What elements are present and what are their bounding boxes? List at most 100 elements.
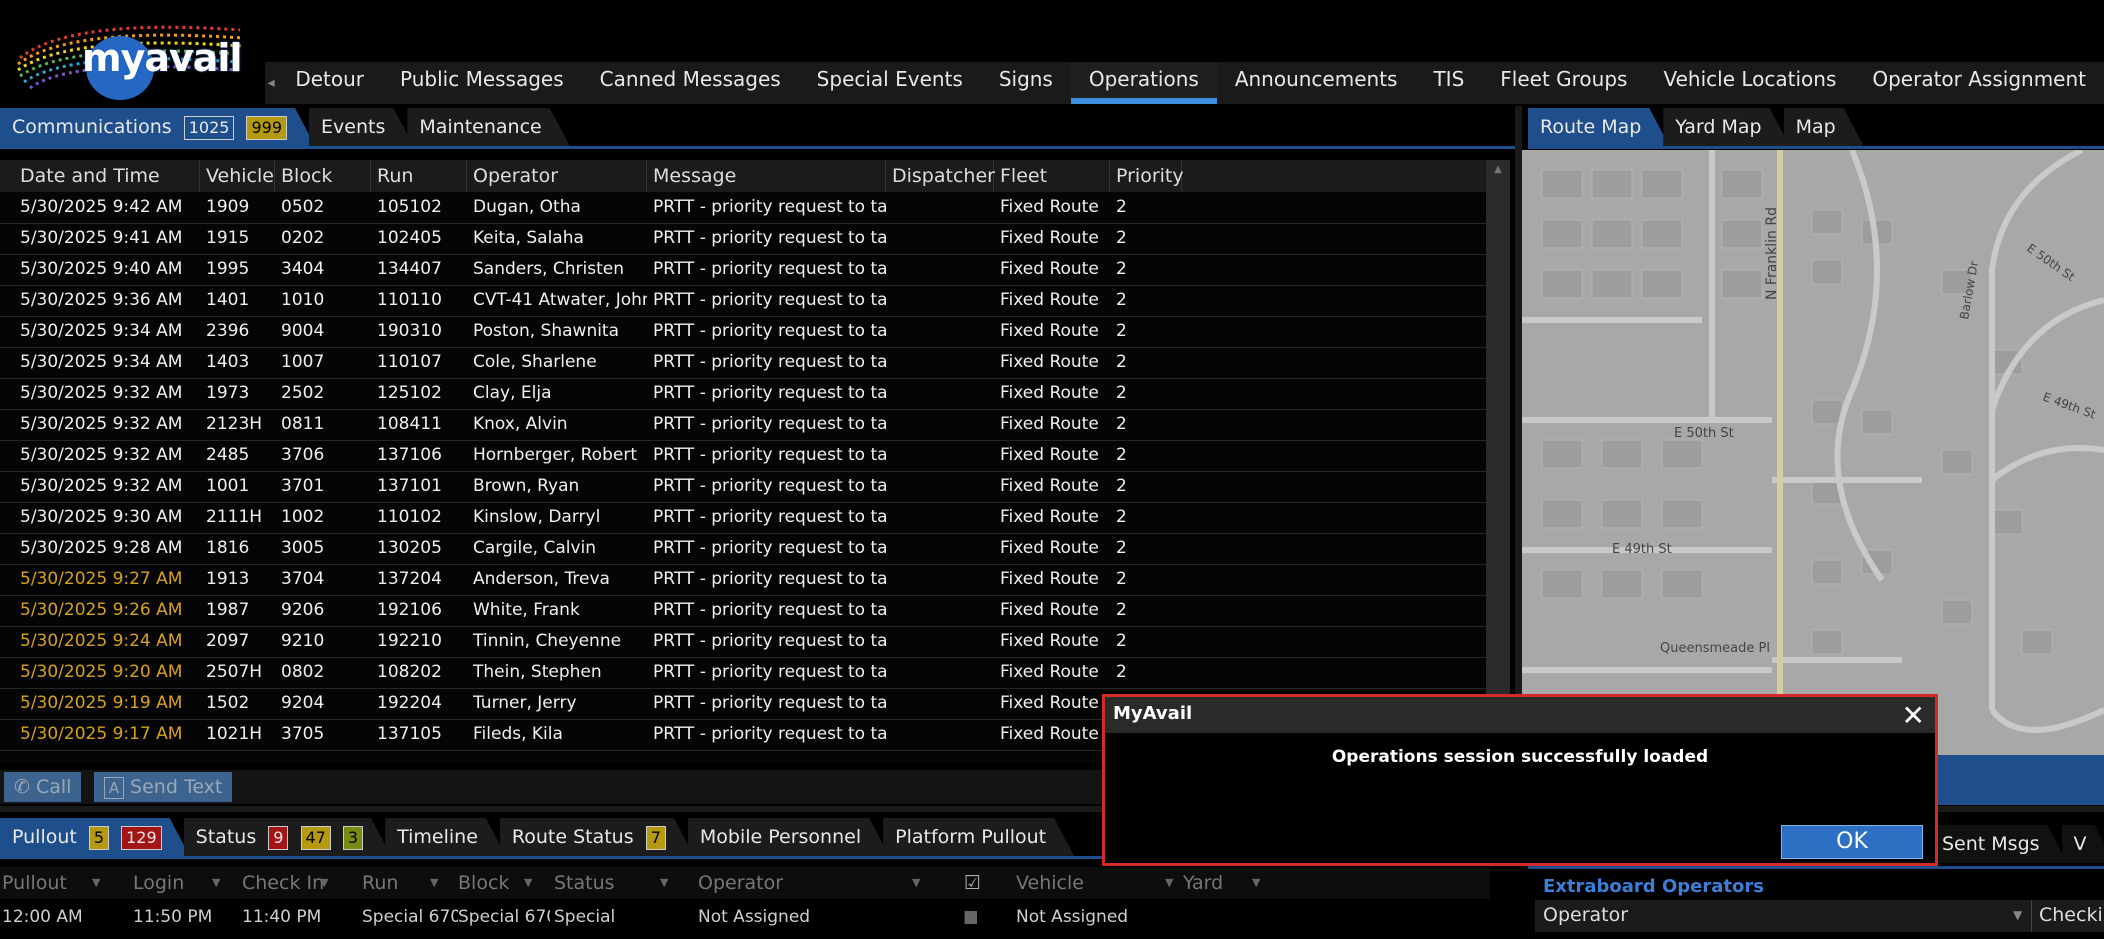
tab-map[interactable]: Map <box>1784 108 1864 146</box>
col-header-message[interactable]: Message <box>647 160 886 192</box>
nav-item-fleet-groups[interactable]: Fleet Groups <box>1482 62 1645 104</box>
nav-item-special-events[interactable]: Special Events <box>799 62 981 104</box>
pullout-col-status[interactable]: Status <box>554 867 615 899</box>
table-row[interactable]: 5/30/2025 9:30 AM 2111H 1002 110102 Kinslow,… <box>0 502 1486 534</box>
pullout-col-run[interactable]: Run <box>362 867 398 899</box>
table-row[interactable]: 5/30/2025 9:36 AM 1401 1010 110110 CVT-41 At… <box>0 285 1486 317</box>
table-row[interactable]: 5/30/2025 9:27 AM 1913 3704 137204 Anderson,… <box>0 564 1486 596</box>
filter-icon[interactable]: ▼ <box>912 876 920 889</box>
col-operator[interactable]: Operator <box>1543 900 1628 930</box>
table-row[interactable]: 5/30/2025 9:32 AM 2485 3706 137106 Hornberge… <box>0 440 1486 472</box>
table-row[interactable]: 5/30/2025 9:42 AM 1909 0502 105102 Dugan, Ot… <box>0 192 1486 224</box>
comms-scrollbar[interactable]: ▲ <box>1486 160 1510 762</box>
pullout-col-operator[interactable]: Operator <box>698 867 783 899</box>
table-row[interactable]: 5/30/2025 9:32 AM 1973 2502 125102 Clay, Elj… <box>0 378 1486 410</box>
pullout-col-login[interactable]: Login <box>133 867 184 899</box>
nav-back-icon[interactable]: ◂ <box>265 62 277 104</box>
col-header-fleet-group[interactable]: Fleet Group <box>994 160 1110 219</box>
table-row[interactable]: 5/30/2025 9:20 AM 2507H 0802 108202 Thein, S… <box>0 657 1486 689</box>
pullout-col-block[interactable]: Block <box>458 867 509 899</box>
col-header-operator[interactable]: Operator <box>467 160 647 192</box>
nav-item-canned-messages[interactable]: Canned Messages <box>582 62 799 104</box>
cell-dt: 5/30/2025 9:32 AM <box>20 414 183 434</box>
table-row[interactable]: 5/30/2025 9:34 AM 2396 9004 190310 Poston, S… <box>0 316 1486 348</box>
filter-icon[interactable]: ▼ <box>92 876 100 889</box>
nav-item-public-messages[interactable]: Public Messages <box>382 62 582 104</box>
col-header-run[interactable]: Run <box>371 160 467 192</box>
tab-route-map[interactable]: Route Map <box>1528 108 1669 146</box>
nav-item-tis[interactable]: TIS <box>1415 62 1482 104</box>
row-checkbox[interactable]: ■ <box>963 901 977 933</box>
cell-veh: 1915 <box>206 228 250 248</box>
scroll-up-icon[interactable]: ▲ <box>1486 160 1510 180</box>
close-icon[interactable]: ✕ <box>1902 699 1925 732</box>
tab-label: Sent Msgs <box>1942 833 2040 855</box>
tab-yard-map[interactable]: Yard Map <box>1663 108 1789 146</box>
cell-fleet: Fixed Route <box>1000 662 1099 682</box>
col-header-vehicle[interactable]: Vehicle <box>200 160 275 192</box>
tab-route-status[interactable]: Route Status 7 <box>500 818 694 856</box>
send-text-button[interactable]: A Send Text <box>94 772 233 802</box>
table-row[interactable]: 5/30/2025 9:40 AM 1995 3404 134407 Sanders, … <box>0 254 1486 286</box>
tab-label: Route Status <box>511 826 634 848</box>
col-header-block[interactable]: Block <box>275 160 371 192</box>
tab-timeline[interactable]: Timeline <box>385 818 506 856</box>
nav-item-detour[interactable]: Detour <box>277 62 382 104</box>
col-header-dispatcher[interactable]: Dispatcher <box>886 160 995 192</box>
nav-item-announcements[interactable]: Announcements <box>1217 62 1416 104</box>
filter-icon[interactable]: ▼ <box>1165 876 1173 889</box>
tab-platform-pullout[interactable]: Platform Pullout <box>883 818 1074 856</box>
tab-pullout[interactable]: Pullout 5 129 <box>0 818 190 856</box>
tab-v[interactable]: V <box>2062 825 2104 863</box>
dialog-message: Operations session successfully loaded <box>1331 747 1709 767</box>
filter-icon[interactable]: ▼ <box>2013 900 2022 930</box>
call-button[interactable]: ✆ Call <box>4 772 82 802</box>
table-row[interactable]: 5/30/2025 9:26 AM 1987 9206 192106 White, Fr… <box>0 595 1486 627</box>
nav-item-operator-assignment[interactable]: Operator Assignment <box>1854 62 2104 104</box>
cell-block: 9204 <box>281 693 325 713</box>
comm-unread-badge: 999 <box>246 116 287 140</box>
tab-label: Pullout <box>12 826 77 848</box>
filter-icon[interactable]: ▼ <box>660 876 668 889</box>
filter-icon[interactable]: ▼ <box>1252 876 1260 889</box>
table-row[interactable]: 12:00 AM 11:50 PM 11:40 PM Special 6700 … <box>0 901 1490 933</box>
phone-icon: ✆ <box>14 776 30 798</box>
ok-button[interactable]: OK <box>1781 825 1923 859</box>
filter-icon[interactable]: ▼ <box>524 876 532 889</box>
table-row[interactable]: 5/30/2025 9:32 AM 2123H 0811 108411 Knox, Al… <box>0 409 1486 441</box>
table-row[interactable]: 5/30/2025 9:28 AM 1816 3005 130205 Cargile, … <box>0 533 1486 565</box>
table-row[interactable]: 5/30/2025 9:32 AM 1001 3701 137101 Brown, Ry… <box>0 471 1486 503</box>
tab-communications[interactable]: Communications 1025 999 <box>0 108 315 146</box>
pullout-col-pullout[interactable]: Pullout <box>2 867 67 899</box>
cell-disp <box>892 595 994 626</box>
table-row[interactable]: 5/30/2025 9:34 AM 1403 1007 110107 Cole, Sha… <box>0 347 1486 379</box>
tab-label: Timeline <box>397 826 478 848</box>
nav-item-operations[interactable]: Operations <box>1070 62 1217 104</box>
map-canvas[interactable]: N Franklin Rd Rd E 50th St E 49th St Que… <box>1522 150 2104 755</box>
tab-sent-msgs[interactable]: Sent Msgs <box>1930 825 2068 863</box>
col-checkin[interactable]: Checkin <box>2039 900 2104 930</box>
table-row[interactable]: 5/30/2025 9:24 AM 2097 9210 192210 Tinnin, C… <box>0 626 1486 658</box>
extraboard-title: Extraboard Operators <box>1543 876 1764 897</box>
tab-maintenance[interactable]: Maintenance <box>407 108 569 146</box>
cell-fleet: Fixed Route <box>1000 290 1099 310</box>
tab-mobile-personnel[interactable]: Mobile Personnel <box>688 818 889 856</box>
table-row[interactable]: 5/30/2025 9:41 AM 1915 0202 102405 Keita, Sa… <box>0 223 1486 255</box>
cell-op: Brown, Ryan <box>473 476 580 496</box>
cell-operator: Not Assigned <box>698 907 811 927</box>
pullout-col-check-in[interactable]: Check In <box>242 867 324 899</box>
cell-dt: 5/30/2025 9:34 AM <box>20 321 183 341</box>
tab-status[interactable]: Status 9 47 3 <box>184 818 391 856</box>
nav-item-signs[interactable]: Signs <box>981 62 1071 104</box>
tab-events[interactable]: Events <box>309 108 413 146</box>
route-map[interactable]: N Franklin Rd Rd E 50th St E 49th St Que… <box>1522 150 2104 755</box>
filter-icon[interactable]: ▼ <box>212 876 220 889</box>
select-all-checkbox-icon[interactable]: ☑ <box>964 867 981 899</box>
filter-icon[interactable]: ▼ <box>430 876 438 889</box>
col-header-date-and-time[interactable]: Date and Time <box>14 160 200 192</box>
col-header-priority[interactable]: Priority <box>1110 160 1184 192</box>
pullout-col-vehicle[interactable]: Vehicle <box>1016 867 1084 899</box>
pullout-col-yard[interactable]: Yard <box>1183 867 1223 899</box>
nav-item-vehicle-locations[interactable]: Vehicle Locations <box>1645 62 1854 104</box>
filter-icon[interactable]: ▼ <box>320 876 328 889</box>
